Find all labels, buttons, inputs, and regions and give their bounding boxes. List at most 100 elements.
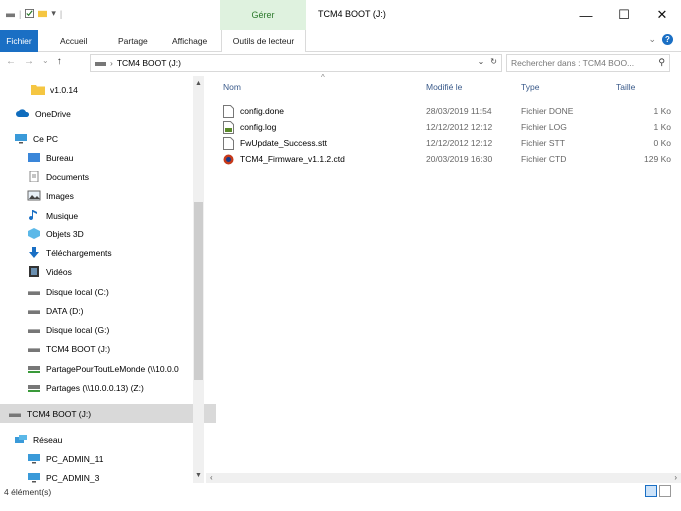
tab-accueil[interactable]: Accueil (60, 30, 87, 52)
file-modified: 12/12/2012 12:12 (426, 138, 493, 148)
close-button[interactable]: ✕ (643, 0, 681, 30)
details-view-icon[interactable] (645, 485, 657, 497)
sidebar-item-label: Images (46, 190, 74, 201)
folder-icon[interactable] (38, 9, 48, 18)
sidebar-item-label: Réseau (33, 434, 63, 445)
documents-icon (27, 170, 41, 183)
minimize-button[interactable]: — (567, 0, 605, 30)
refresh-icon[interactable]: ↻ (490, 57, 497, 66)
address-dropdown-icon[interactable]: ⌄ (478, 57, 485, 66)
music-icon (27, 210, 41, 221)
firmware-file-icon (223, 153, 234, 166)
sidebar-item[interactable]: Images (0, 186, 193, 205)
checkbox-icon[interactable] (25, 9, 35, 18)
file-name: FwUpdate_Success.stt (240, 138, 327, 148)
tab-outils-de-lecteur[interactable]: Outils de lecteur (221, 30, 306, 52)
computer-icon (14, 133, 28, 144)
column-header-size[interactable]: Taille (616, 76, 635, 98)
scroll-thumb[interactable] (194, 202, 203, 380)
downloads-icon (27, 247, 41, 258)
maximize-button[interactable]: ☐ (605, 0, 643, 30)
sort-ascending-icon: ^ (321, 73, 325, 82)
qat-dropdown-icon[interactable]: ▾ (51, 8, 56, 19)
sidebar-item[interactable]: Ce PC (0, 129, 193, 148)
scroll-up-icon[interactable]: ▲ (193, 78, 204, 89)
address-actions: ⌄ ↻ (478, 57, 497, 66)
window-title: TCM4 BOOT (J:) (318, 9, 386, 19)
drive-icon (8, 408, 22, 419)
scroll-right-icon[interactable]: › (674, 473, 677, 482)
sidebar-item[interactable]: TCM4 BOOT (J:) (0, 404, 216, 423)
sidebar-item-label: Musique (46, 210, 79, 221)
sidebar-item[interactable]: Téléchargements (0, 243, 193, 262)
horizontal-scrollbar[interactable]: ‹ › (206, 473, 681, 483)
nav-scrollbar[interactable]: ▲ ▼ (193, 76, 204, 483)
drive-icon[interactable] (6, 9, 15, 18)
sidebar-item[interactable]: Vidéos (0, 262, 193, 281)
file-size: 0 Ko (653, 138, 672, 148)
address-bar[interactable]: › TCM4 BOOT (J:) ⌄ ↻ (90, 54, 502, 72)
file-type: Fichier CTD (521, 154, 567, 164)
sidebar-item-label: Partages (\\10.0.0.13) (Z:) (46, 382, 144, 393)
scroll-down-icon[interactable]: ▼ (193, 470, 204, 481)
sidebar-item[interactable]: PartagePourToutLeMonde (\\10.0.0 (0, 359, 193, 378)
sidebar-item[interactable]: Documents (0, 167, 193, 186)
sidebar-item[interactable]: OneDrive (0, 104, 193, 123)
sidebar-item-label: Disque local (C:) (46, 286, 109, 297)
forward-icon[interactable]: → (24, 56, 34, 67)
sidebar-item[interactable]: TCM4 BOOT (J:) (0, 339, 193, 358)
sidebar-item[interactable]: Bureau (0, 148, 193, 167)
sidebar-item-label: v1.0.14 (50, 84, 78, 95)
manage-tab[interactable]: Gérer (220, 0, 306, 30)
sidebar-item[interactable]: Disque local (G:) (0, 320, 193, 339)
search-input[interactable]: Rechercher dans : TCM4 BOO... ⚲ (506, 54, 670, 72)
expand-ribbon-icon[interactable]: ⌄ (648, 34, 656, 45)
tab-affichage[interactable]: Affichage (172, 30, 207, 52)
column-header-name[interactable]: Nom (223, 76, 241, 98)
sidebar-item-label: Objets 3D (46, 228, 84, 239)
drive-icon (27, 324, 41, 335)
search-icon[interactable]: ⚲ (658, 57, 665, 68)
sidebar-item[interactable]: Disque local (C:) (0, 282, 193, 301)
sidebar-item-label: Documents (46, 171, 89, 182)
file-modified: 12/12/2012 12:12 (426, 122, 493, 132)
file-icon (223, 137, 234, 150)
file-row[interactable]: TCM4_Firmware_v1.1.2.ctd 20/03/2019 16:30… (218, 152, 681, 168)
tab-fichier[interactable]: Fichier (0, 30, 38, 52)
computer-icon (27, 453, 41, 464)
sidebar-item[interactable]: v1.0.14 (0, 80, 193, 99)
file-icon (223, 105, 234, 118)
sidebar-item-label: TCM4 BOOT (J:) (27, 408, 92, 419)
help-icon[interactable]: ? (662, 34, 673, 45)
file-row[interactable]: FwUpdate_Success.stt 12/12/2012 12:12 Fich… (218, 136, 681, 152)
file-row[interactable]: config.done 28/03/2019 11:54 Fichier DONE 1… (218, 104, 681, 120)
item-count: 4 élément(s) (4, 487, 52, 497)
column-header-type[interactable]: Type (521, 76, 539, 98)
tab-partage[interactable]: Partage (118, 30, 148, 52)
file-type: Fichier STT (521, 138, 565, 148)
scroll-left-icon[interactable]: ‹ (210, 473, 213, 482)
quick-access-toolbar: | ▾ | (6, 8, 62, 19)
back-icon[interactable]: ← (6, 56, 16, 67)
separator: | (59, 8, 63, 19)
drive-icon (27, 343, 41, 354)
sidebar-item-label: OneDrive (35, 108, 71, 119)
up-icon[interactable]: ↑ (57, 56, 62, 67)
sidebar-item[interactable]: DATA (D:) (0, 301, 193, 320)
sidebar-item[interactable]: Partages (\\10.0.0.13) (Z:) (0, 378, 193, 397)
sidebar-item[interactable]: Musique (0, 206, 193, 225)
breadcrumb-item[interactable]: TCM4 BOOT (J:) (117, 58, 181, 68)
sidebar-item-label: Téléchargements (46, 247, 112, 258)
column-header-modified[interactable]: Modifié le (426, 76, 462, 98)
file-row[interactable]: config.log 12/12/2012 12:12 Fichier LOG 1 K… (218, 120, 681, 136)
sidebar-item[interactable]: Réseau (0, 430, 193, 449)
file-size: 1 Ko (653, 106, 672, 116)
sidebar-item[interactable]: Objets 3D (0, 224, 193, 243)
sidebar-item[interactable]: PC_ADMIN_11 (0, 449, 193, 468)
large-icons-view-icon[interactable] (659, 485, 671, 497)
recent-dropdown-icon[interactable]: ⌄ (42, 56, 49, 67)
folder-icon (31, 84, 45, 95)
objects3d-icon (27, 228, 41, 239)
window-controls: — ☐ ✕ (567, 0, 681, 30)
sidebar-item-label: PC_ADMIN_11 (46, 453, 104, 464)
